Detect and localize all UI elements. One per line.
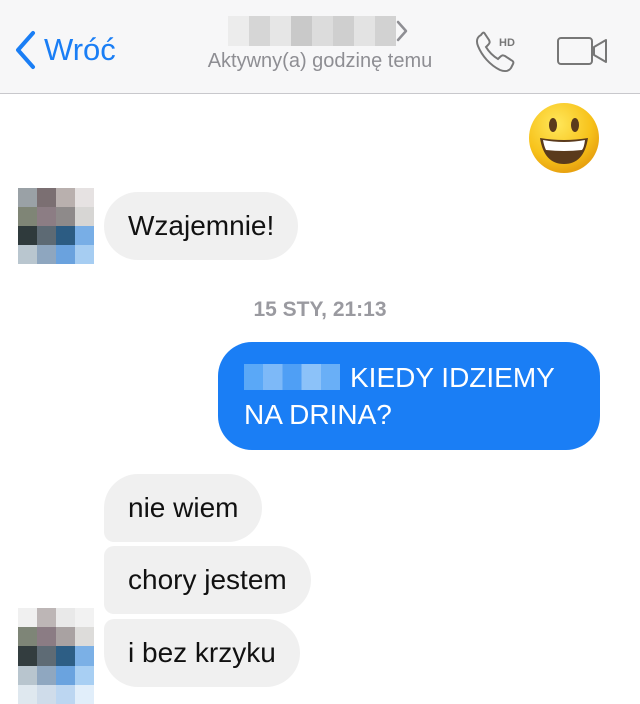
incoming-message[interactable]: Wzajemnie!	[104, 192, 299, 260]
phone-icon[interactable]: HD	[472, 28, 522, 74]
contact-avatar[interactable]	[18, 188, 94, 264]
video-camera-icon[interactable]	[556, 36, 608, 66]
back-label: Wróć	[44, 32, 116, 67]
message-timestamp: 15 STY, 21:13	[253, 298, 387, 321]
presence-status: Aktywny(a) godzinę temu	[207, 50, 433, 72]
incoming-message[interactable]: chory jestem	[104, 546, 311, 614]
redacted-mention	[244, 364, 340, 390]
hd-badge: HD	[499, 37, 515, 49]
smiley-emoji-icon	[529, 103, 599, 173]
outgoing-message[interactable]: KIEDY IDZIEMY NA DRINA?	[218, 342, 600, 450]
incoming-message[interactable]: nie wiem	[104, 474, 263, 542]
incoming-message[interactable]: i bez krzyku	[104, 619, 300, 687]
contact-name-pixelated[interactable]	[228, 16, 396, 46]
chat-header: Wróć Aktywny(a) godzinę temu HD	[0, 0, 640, 94]
chevron-right-icon[interactable]	[396, 20, 408, 42]
chevron-left-icon	[16, 31, 35, 69]
back-button[interactable]: Wróć	[14, 28, 116, 72]
contact-avatar[interactable]	[18, 608, 94, 704]
